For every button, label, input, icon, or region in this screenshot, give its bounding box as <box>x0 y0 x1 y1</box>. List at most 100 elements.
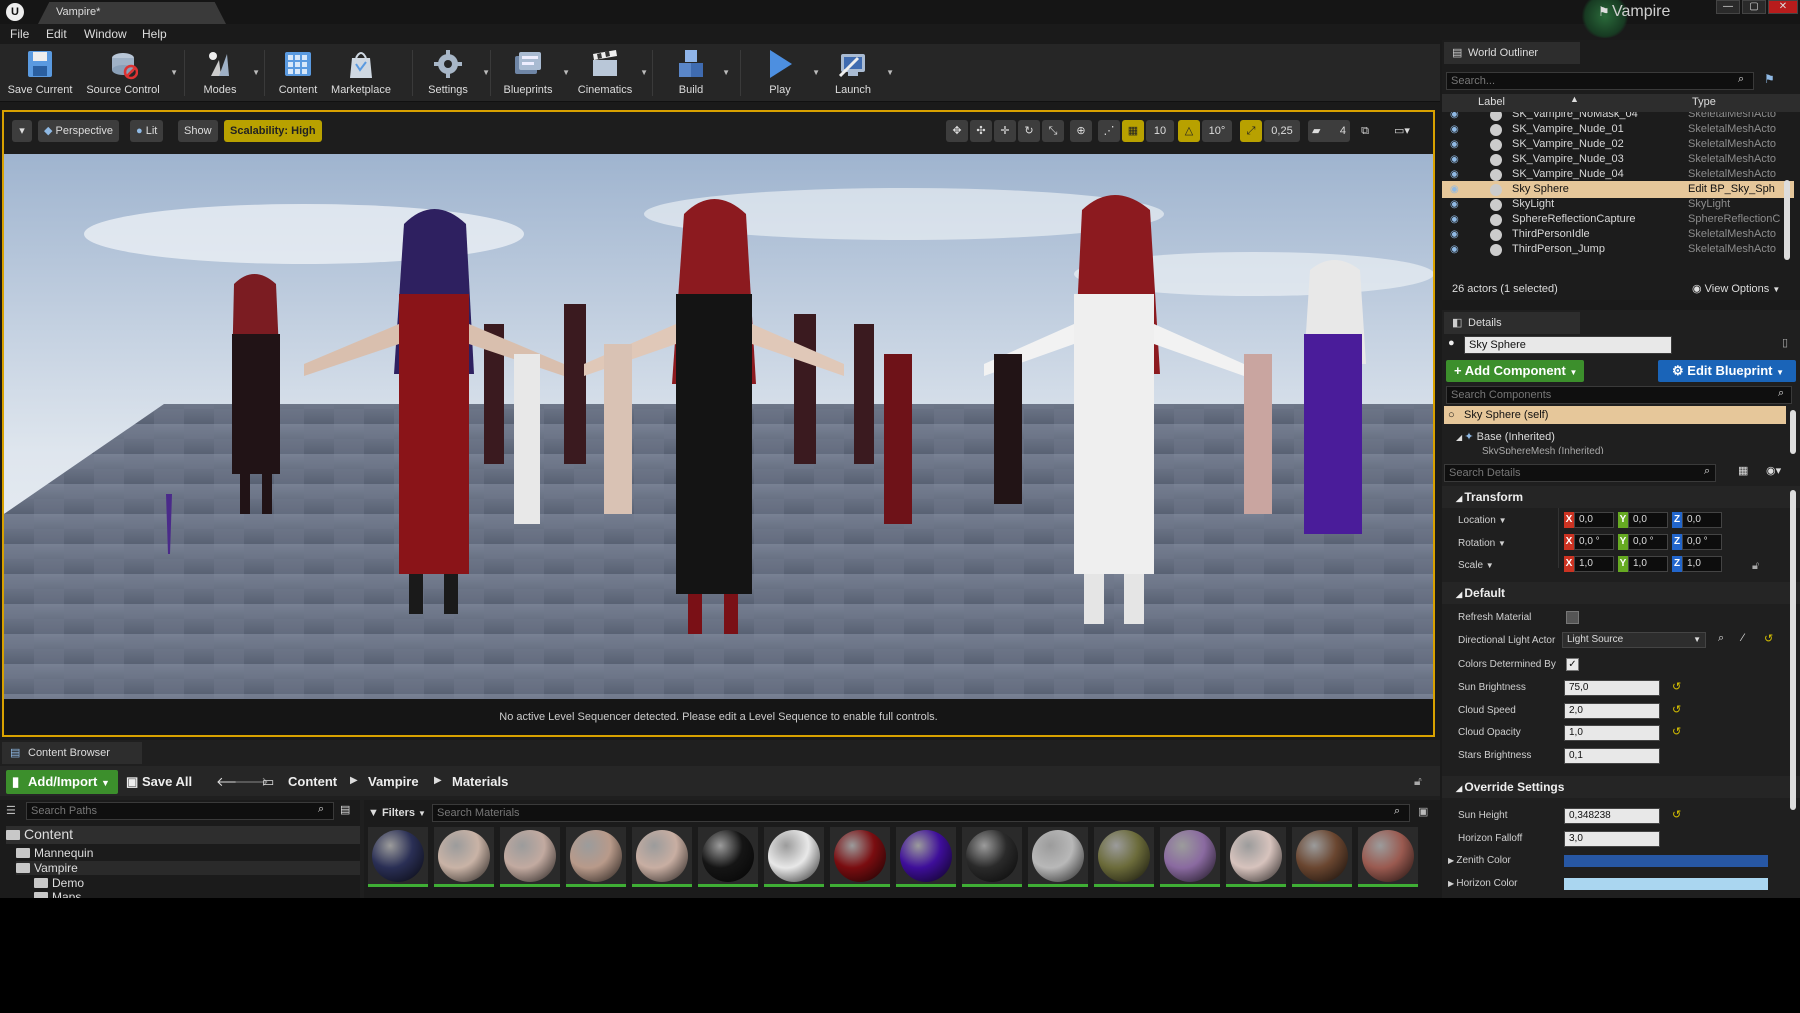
reset-icon[interactable]: ↺ <box>1672 725 1681 738</box>
show-button[interactable]: Show <box>178 120 218 142</box>
material-asset-thumbnail[interactable] <box>1226 827 1286 887</box>
menu-window[interactable]: Window <box>84 27 127 41</box>
tree-item-vampire[interactable]: Vampire <box>16 861 360 875</box>
outliner-row[interactable]: ◉ ThirdPerson_Jump SkeletalMeshActo <box>1442 241 1794 258</box>
details-tab[interactable]: ◧ Details <box>1444 312 1580 334</box>
column-label[interactable]: Label <box>1478 96 1505 108</box>
material-asset-thumbnail[interactable] <box>1028 827 1088 887</box>
play-button[interactable]: Play ▼ <box>752 46 820 100</box>
cinematics-button[interactable]: Cinematics ▼ <box>574 46 648 100</box>
section-transform[interactable]: ◢ Transform <box>1442 486 1800 508</box>
reset-icon[interactable]: ↺ <box>1672 680 1681 693</box>
component-mesh[interactable]: SkySphereMesh (Inherited) <box>1482 446 1604 454</box>
add-actor-icon[interactable]: ⚑ <box>1764 72 1775 86</box>
save-search-icon[interactable]: ▣ <box>1418 805 1428 818</box>
material-asset-thumbnail[interactable] <box>434 827 494 887</box>
settings-button[interactable]: Settings ▼ <box>418 46 490 100</box>
lock-icon[interactable]: ▯ <box>1782 336 1788 349</box>
sun-brightness-field[interactable]: 75,0 <box>1564 680 1660 696</box>
menu-help[interactable]: Help <box>142 27 167 41</box>
chevron-down-icon[interactable]: ▼ <box>252 68 260 77</box>
document-tab[interactable]: Vampire* <box>38 2 226 24</box>
menu-edit[interactable]: Edit <box>46 27 67 41</box>
reset-icon[interactable]: ↺ <box>1672 703 1681 716</box>
layout-icon[interactable]: ▭▾ <box>1380 120 1424 142</box>
rotation-x-field[interactable]: 0,0 ° <box>1574 534 1614 550</box>
breadcrumb-materials[interactable]: Materials <box>452 774 508 789</box>
material-asset-thumbnail[interactable] <box>632 827 692 887</box>
breadcrumb-content[interactable]: Content <box>288 774 337 789</box>
filters-button[interactable]: ▼ Filters ▼ <box>368 804 428 822</box>
rotate-mode-icon[interactable]: ✛ <box>994 120 1016 142</box>
details-scrollbar[interactable] <box>1790 490 1796 810</box>
level-viewport[interactable]: ▾ ◆ Perspective ● Lit Show Scalability: … <box>2 110 1435 737</box>
tree-item-mannequin[interactable]: Mannequin <box>16 846 93 860</box>
scale-snap-value[interactable]: 0,25 <box>1264 120 1300 142</box>
minimize-button[interactable]: — <box>1716 0 1740 14</box>
material-asset-thumbnail[interactable] <box>830 827 890 887</box>
sun-height-field[interactable]: 0,348238 <box>1564 808 1660 824</box>
search-icon[interactable]: ⌕ <box>1718 632 1724 645</box>
material-asset-thumbnail[interactable] <box>368 827 428 887</box>
add-component-button[interactable]: + Add Component ▼ <box>1446 360 1584 382</box>
components-scrollbar[interactable] <box>1790 410 1796 454</box>
material-asset-thumbnail[interactable] <box>962 827 1022 887</box>
chevron-right-icon[interactable]: ▶ <box>434 775 442 786</box>
chevron-down-icon[interactable]: ▼ <box>640 68 648 77</box>
zenith-color-swatch[interactable] <box>1564 855 1768 867</box>
maximize-viewport-icon[interactable]: ⧉ <box>1356 120 1374 142</box>
property-matrix-icon[interactable]: ▦ <box>1738 464 1748 477</box>
rotation-y-field[interactable]: 0,0 ° <box>1628 534 1668 550</box>
rotation-label[interactable]: Rotation ▼ <box>1458 538 1506 549</box>
content-browser-tab[interactable]: ▤ Content Browser <box>2 742 142 764</box>
material-asset-thumbnail[interactable] <box>566 827 626 887</box>
component-self[interactable]: ○ Sky Sphere (self) <box>1444 406 1786 424</box>
material-asset-thumbnail[interactable] <box>1160 827 1220 887</box>
location-x-field[interactable]: 0,0 <box>1574 512 1614 528</box>
material-asset-thumbnail[interactable] <box>500 827 560 887</box>
chevron-right-icon[interactable]: ▶ <box>350 775 358 786</box>
save-current-button[interactable]: Save Current <box>4 46 76 100</box>
rotation-snap-icon[interactable]: △ <box>1178 120 1200 142</box>
translate-rotate-icon[interactable]: ✣ <box>970 120 992 142</box>
chevron-down-icon[interactable]: ▼ <box>886 68 894 77</box>
cloud-speed-field[interactable]: 2,0 <box>1564 703 1660 719</box>
modes-button[interactable]: Modes ▼ <box>192 46 260 100</box>
close-button[interactable]: ✕ <box>1768 0 1798 14</box>
rotation-snap-value[interactable]: 10° <box>1202 120 1232 142</box>
scale-z-field[interactable]: 1,0 <box>1682 556 1722 572</box>
scale-y-field[interactable]: 1,0 <box>1628 556 1668 572</box>
tree-item-demo[interactable]: Demo <box>34 876 84 890</box>
edit-blueprint-button[interactable]: ⚙ Edit Blueprint ▼ <box>1658 360 1796 382</box>
tree-item-content[interactable]: Content <box>6 826 360 844</box>
chevron-down-icon[interactable]: ▼ <box>722 68 730 77</box>
search-details-input[interactable]: Search Details <box>1444 464 1716 482</box>
translate-mode-icon[interactable]: ✥ <box>946 120 968 142</box>
tree-item-maps[interactable]: Maps <box>34 890 81 898</box>
search-components-input[interactable]: Search Components <box>1446 386 1792 404</box>
search-materials-input[interactable]: Search Materials <box>432 804 1410 822</box>
surface-snap-icon[interactable]: ⋰ <box>1098 120 1120 142</box>
blueprints-button[interactable]: Blueprints ▼ <box>498 46 570 100</box>
scale-x-field[interactable]: 1,0 <box>1574 556 1614 572</box>
outliner-search-input[interactable]: Search... <box>1446 72 1754 90</box>
grid-snap-value[interactable]: 10 <box>1146 120 1174 142</box>
cloud-opacity-field[interactable]: 1,0 <box>1564 725 1660 741</box>
add-import-button[interactable]: ▮ Add/Import ▼ <box>6 770 118 794</box>
material-asset-thumbnail[interactable] <box>1358 827 1418 887</box>
scalability-button[interactable]: Scalability: High <box>224 120 322 142</box>
location-y-field[interactable]: 0,0 <box>1628 512 1668 528</box>
material-asset-thumbnail[interactable] <box>896 827 956 887</box>
world-outliner-tab[interactable]: ▤ World Outliner <box>1444 42 1580 64</box>
horizon-falloff-field[interactable]: 3,0 <box>1564 831 1660 847</box>
eye-icon[interactable]: ◉▾ <box>1766 464 1781 477</box>
refresh-material-checkbox[interactable] <box>1566 611 1579 624</box>
lit-button[interactable]: ● Lit <box>130 120 164 142</box>
light-source-dropdown[interactable]: Light Source ▼ <box>1562 632 1706 648</box>
maximize-button[interactable]: ▢ <box>1742 0 1766 14</box>
build-button[interactable]: Build ▼ <box>664 46 730 100</box>
material-asset-thumbnail[interactable] <box>764 827 824 887</box>
lock-icon[interactable]: 🔓︎ <box>1414 774 1422 789</box>
breadcrumb-vampire[interactable]: Vampire <box>368 774 419 789</box>
reset-icon[interactable]: ↺ <box>1672 808 1681 821</box>
